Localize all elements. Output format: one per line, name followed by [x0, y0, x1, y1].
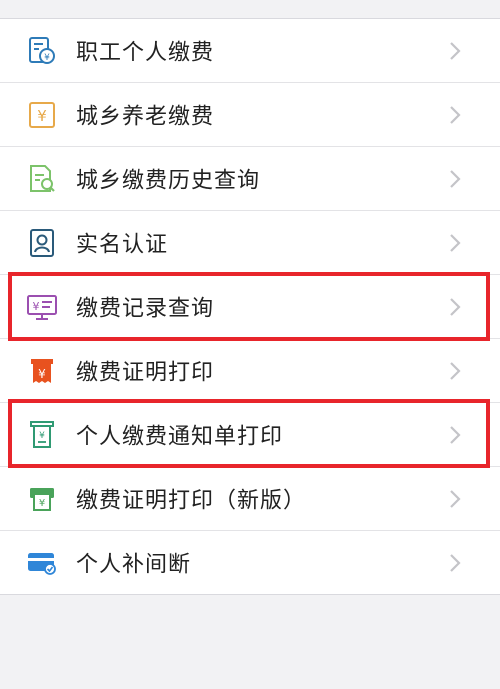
document-search-icon — [25, 162, 59, 196]
chevron-right-icon — [450, 105, 461, 124]
chevron-right-icon — [450, 41, 461, 60]
menu-item-payment-history[interactable]: 城乡缴费历史查询 — [0, 147, 500, 211]
menu-item-label: 实名认证 — [76, 231, 169, 257]
menu-item-label: 职工个人缴费 — [76, 39, 215, 65]
employee-payment-icon: ¥ — [25, 34, 59, 68]
menu-item-label: 个人缴费通知单打印 — [76, 423, 284, 449]
card-icon — [25, 546, 59, 580]
svg-text:¥: ¥ — [44, 53, 50, 63]
chevron-right-icon — [450, 553, 461, 572]
chevron-right-icon — [450, 169, 461, 188]
menu-item-personal-gap-fill[interactable]: 个人补间断 — [0, 531, 500, 594]
menu-item-payment-proof-print[interactable]: ¥ 缴费证明打印 — [0, 339, 500, 403]
svg-text:¥: ¥ — [38, 367, 46, 381]
chevron-right-icon — [450, 489, 461, 508]
notice-print-icon: ¥ — [25, 418, 59, 452]
menu-item-payment-records[interactable]: ¥ 缴费记录查询 — [0, 275, 500, 339]
svg-text:¥: ¥ — [39, 498, 45, 509]
new-receipt-print-icon: ¥ — [25, 482, 59, 516]
menu-item-label: 城乡养老缴费 — [76, 103, 215, 129]
menu-item-pension-payment[interactable]: ¥ 城乡养老缴费 — [0, 83, 500, 147]
menu-item-label: 缴费证明打印（新版） — [76, 487, 307, 513]
chevron-right-icon — [450, 361, 461, 380]
top-strip — [0, 0, 500, 19]
menu-item-payment-notice-print[interactable]: ¥ 个人缴费通知单打印 — [0, 403, 500, 467]
id-verify-icon — [25, 226, 59, 260]
svg-text:¥: ¥ — [33, 300, 40, 313]
menu-item-payment-proof-print-new[interactable]: ¥ 缴费证明打印（新版） — [0, 467, 500, 531]
menu-item-label: 缴费证明打印 — [76, 359, 215, 385]
svg-text:¥: ¥ — [37, 107, 47, 125]
menu-item-employee-payment[interactable]: ¥ 职工个人缴费 — [0, 19, 500, 83]
receipt-print-icon: ¥ — [25, 354, 59, 388]
menu-item-label: 个人补间断 — [76, 551, 192, 577]
service-menu: ¥ 职工个人缴费 ¥ 城乡养老缴费 城乡缴费历史查询 实名认证 ¥ 缴费记录查询… — [0, 19, 500, 595]
svg-text:¥: ¥ — [39, 431, 45, 441]
menu-item-real-name-verify[interactable]: 实名认证 — [0, 211, 500, 275]
yuan-pension-icon: ¥ — [25, 98, 59, 132]
menu-item-label: 缴费记录查询 — [76, 295, 215, 321]
page: ¥ 职工个人缴费 ¥ 城乡养老缴费 城乡缴费历史查询 实名认证 ¥ 缴费记录查询… — [0, 0, 500, 689]
payment-record-icon: ¥ — [25, 290, 59, 324]
chevron-right-icon — [450, 425, 461, 444]
chevron-right-icon — [450, 233, 461, 252]
chevron-right-icon — [450, 297, 461, 316]
menu-item-label: 城乡缴费历史查询 — [76, 167, 261, 193]
